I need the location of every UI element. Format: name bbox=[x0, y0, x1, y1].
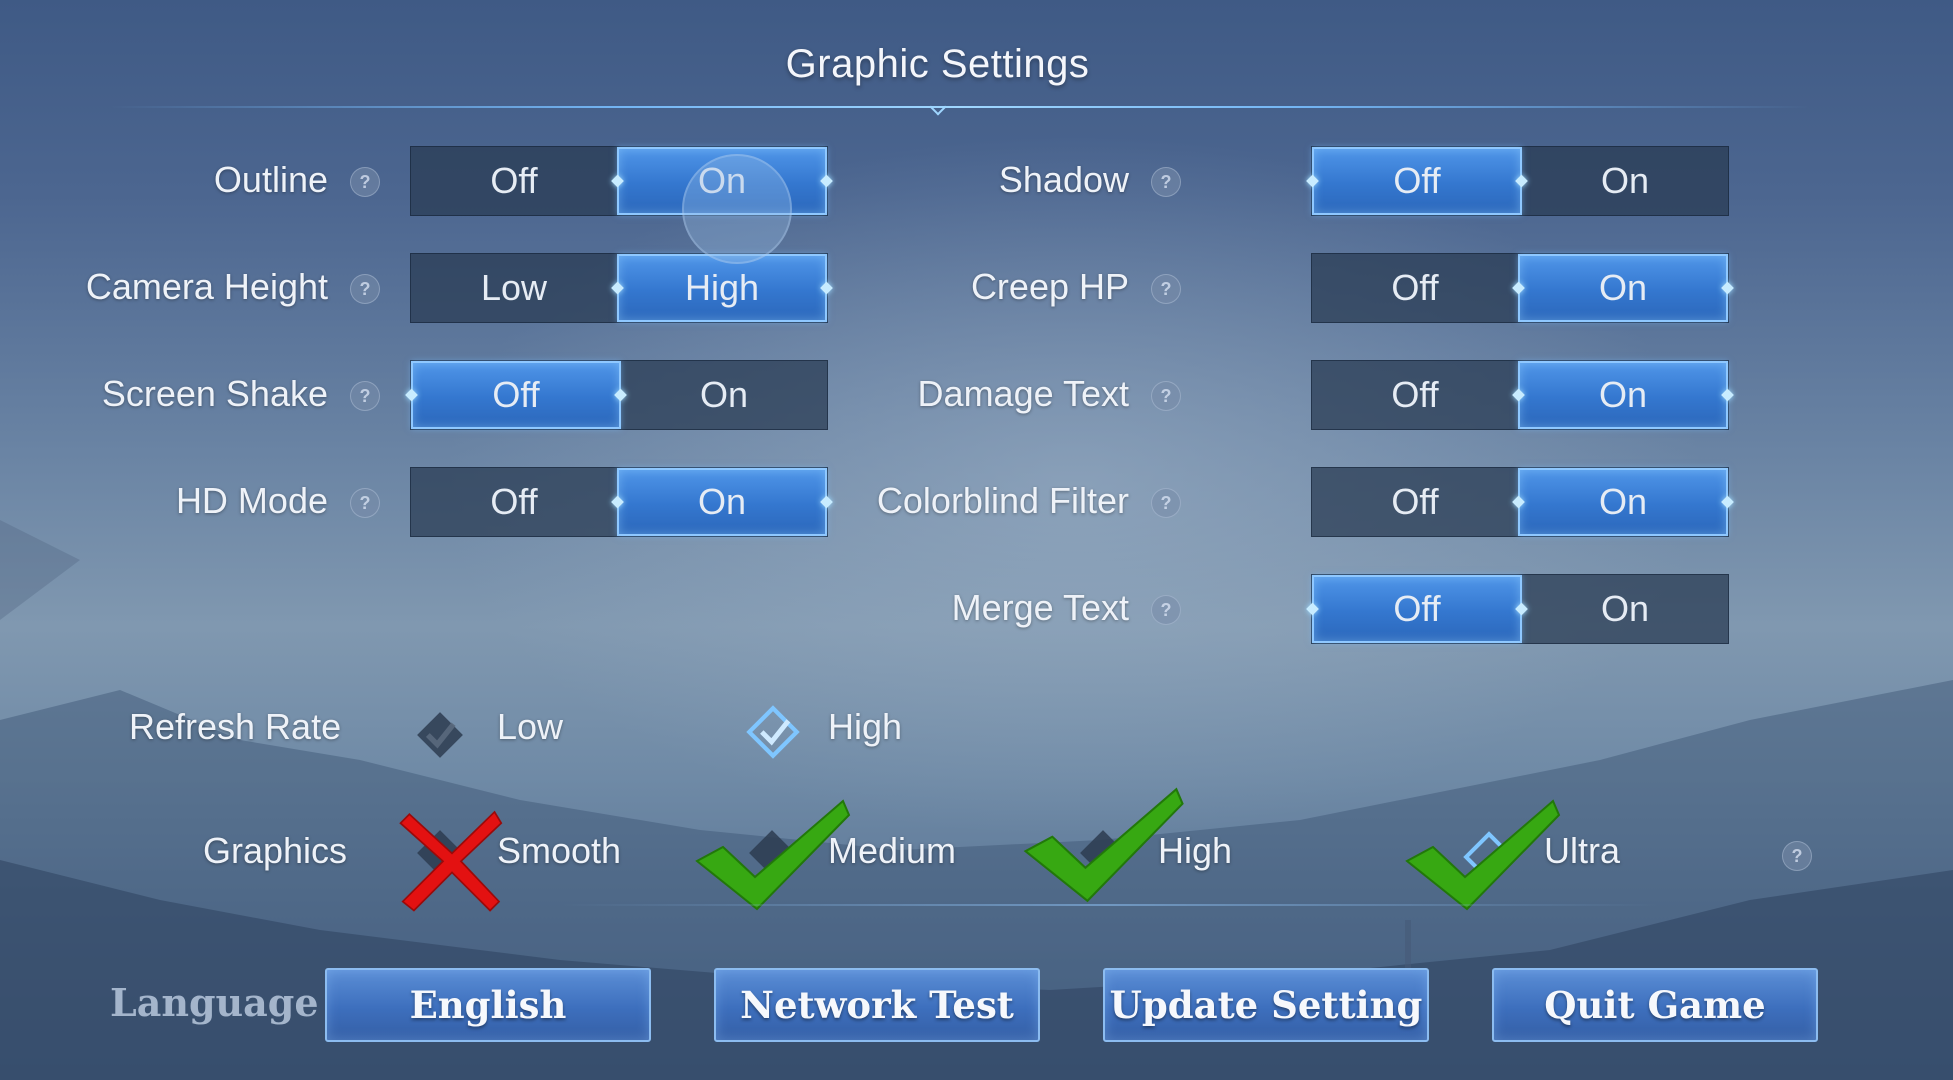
hd-mode-off-option[interactable]: Off bbox=[411, 468, 617, 536]
setting-row-camera-height: Camera Height ? Low High bbox=[0, 251, 900, 323]
setting-label: Damage Text bbox=[917, 373, 1129, 414]
update-setting-button[interactable]: Update Setting bbox=[1103, 968, 1429, 1042]
help-icon[interactable]: ? bbox=[1151, 488, 1181, 518]
hd-mode-toggle: Off On bbox=[410, 467, 828, 537]
graphics-ultra-label[interactable]: Ultra bbox=[1544, 830, 1620, 872]
setting-label: Colorblind Filter bbox=[876, 480, 1129, 521]
merge-text-on-option[interactable]: On bbox=[1522, 575, 1728, 643]
shadow-off-option[interactable]: Off bbox=[1312, 147, 1522, 215]
hd-mode-on-option[interactable]: On bbox=[617, 468, 827, 536]
setting-row-screen-shake: Screen Shake ? Off On bbox=[0, 358, 900, 430]
shadow-on-option[interactable]: On bbox=[1522, 147, 1728, 215]
graphics-label: Graphics bbox=[203, 830, 348, 871]
red-x-mark-icon bbox=[399, 810, 503, 912]
setting-label: HD Mode bbox=[175, 480, 328, 521]
setting-label: Creep HP bbox=[970, 266, 1129, 307]
help-icon[interactable]: ? bbox=[1151, 274, 1181, 304]
merge-text-toggle: Off On bbox=[1311, 574, 1729, 644]
creep-hp-toggle: Off On bbox=[1311, 253, 1729, 323]
refresh-rate-low-radio-icon[interactable] bbox=[413, 708, 467, 762]
colorblind-filter-toggle: Off On bbox=[1311, 467, 1729, 537]
help-icon[interactable]: ? bbox=[1151, 595, 1181, 625]
graphics-smooth-label[interactable]: Smooth bbox=[497, 830, 621, 872]
title-divider-mark bbox=[929, 98, 947, 116]
camera-height-toggle: Low High bbox=[410, 253, 828, 323]
section-divider bbox=[560, 904, 1660, 906]
setting-label: Shadow bbox=[998, 159, 1129, 200]
touch-indicator bbox=[682, 154, 792, 264]
language-label: Language bbox=[110, 980, 319, 1025]
refresh-rate-label: Refresh Rate bbox=[129, 706, 342, 747]
setting-label: Merge Text bbox=[951, 587, 1129, 628]
language-button[interactable]: English bbox=[325, 968, 651, 1042]
help-icon[interactable]: ? bbox=[350, 274, 380, 304]
outline-off-option[interactable]: Off bbox=[411, 147, 617, 215]
title-divider bbox=[110, 106, 1810, 108]
graphics-medium-label[interactable]: Medium bbox=[828, 830, 956, 872]
refresh-rate-high-radio-icon[interactable] bbox=[745, 704, 801, 760]
damage-text-on-option[interactable]: On bbox=[1518, 361, 1728, 429]
merge-text-off-option[interactable]: Off bbox=[1312, 575, 1522, 643]
screen-shake-off-option[interactable]: Off bbox=[411, 361, 621, 429]
help-icon[interactable]: ? bbox=[350, 381, 380, 411]
page-title: Graphic Settings bbox=[785, 42, 1090, 86]
setting-row-damage-text: Damage Text ? Off On bbox=[900, 358, 1953, 430]
colorblind-filter-on-option[interactable]: On bbox=[1518, 468, 1728, 536]
screen-shake-on-option[interactable]: On bbox=[621, 361, 827, 429]
screen-shake-toggle: Off On bbox=[410, 360, 828, 430]
camera-height-high-option[interactable]: High bbox=[617, 254, 827, 322]
green-check-mark-icon bbox=[1405, 799, 1561, 911]
creep-hp-on-option[interactable]: On bbox=[1518, 254, 1728, 322]
setting-row-colorblind-filter: Colorblind Filter ? Off On bbox=[877, 465, 1953, 537]
setting-row-merge-text: Merge Text ? Off On bbox=[900, 572, 1953, 644]
graphics-high-label[interactable]: High bbox=[1158, 830, 1232, 872]
setting-row-creep-hp: Creep HP ? Off On bbox=[900, 251, 1953, 323]
network-test-button[interactable]: Network Test bbox=[714, 968, 1040, 1042]
refresh-rate-high-label[interactable]: High bbox=[828, 706, 902, 748]
setting-row-shadow: Shadow ? Off On bbox=[900, 144, 1953, 216]
help-icon[interactable]: ? bbox=[1151, 381, 1181, 411]
setting-label: Camera Height bbox=[85, 266, 328, 307]
help-icon[interactable]: ? bbox=[350, 167, 380, 197]
setting-row-hd-mode: HD Mode ? Off On bbox=[0, 465, 900, 537]
help-icon[interactable]: ? bbox=[350, 488, 380, 518]
refresh-rate-low-label[interactable]: Low bbox=[497, 706, 563, 748]
colorblind-filter-off-option[interactable]: Off bbox=[1312, 468, 1518, 536]
camera-height-low-option[interactable]: Low bbox=[411, 254, 617, 322]
shadow-toggle: Off On bbox=[1311, 146, 1729, 216]
damage-text-toggle: Off On bbox=[1311, 360, 1729, 430]
help-icon[interactable]: ? bbox=[1151, 167, 1181, 197]
help-icon[interactable]: ? bbox=[1782, 841, 1812, 871]
setting-label: Screen Shake bbox=[101, 373, 328, 414]
damage-text-off-option[interactable]: Off bbox=[1312, 361, 1518, 429]
setting-label: Outline bbox=[213, 159, 328, 200]
quit-game-button[interactable]: Quit Game bbox=[1492, 968, 1818, 1042]
creep-hp-off-option[interactable]: Off bbox=[1312, 254, 1518, 322]
